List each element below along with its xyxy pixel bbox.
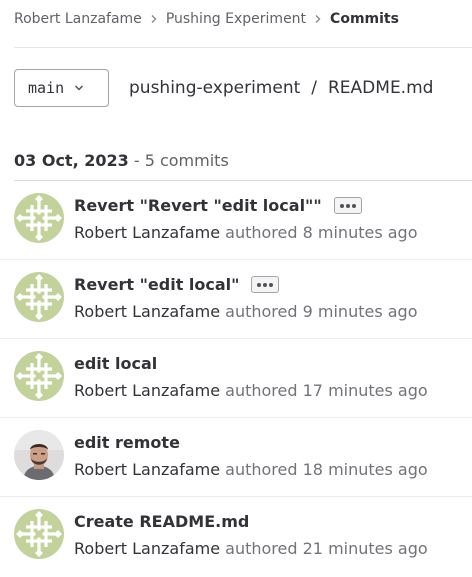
author-avatar[interactable] [14,351,64,401]
author-avatar[interactable] [14,193,64,243]
commit-author[interactable]: Robert Lanzafame [74,539,220,558]
commit-author[interactable]: Robert Lanzafame [74,223,220,242]
commit-row: Create README.md Robert Lanzafame author… [0,497,472,575]
authored-label: authored [225,460,298,479]
author-avatar[interactable] [14,509,64,559]
commit-title-text: edit remote [74,433,180,452]
identicon-icon [14,272,64,322]
path-file-link[interactable]: README.md [328,78,433,98]
identicon-icon [14,351,64,401]
authored-label: authored [225,223,298,242]
person-photo-icon [14,430,64,480]
author-avatar[interactable] [14,272,64,322]
commit-title[interactable]: edit local [74,354,157,373]
commit-author[interactable]: Robert Lanzafame [74,460,220,479]
chevron-down-icon [74,84,84,92]
commit-title-text: Create README.md [74,512,250,531]
commit-time: 18 minutes ago [302,460,428,479]
commit-row: edit remote Robert Lanzafame authored 18… [0,418,472,497]
commit-meta: Robert Lanzafame authored 18 minutes ago [74,460,428,479]
commit-row: Revert "Revert "edit local"" Robert Lanz… [0,181,472,260]
commit-title[interactable]: Revert "edit local" [74,275,280,294]
identicon-icon [14,509,64,559]
commit-meta: Robert Lanzafame authored 17 minutes ago [74,381,428,400]
authored-label: authored [225,381,298,400]
ellipsis-dot-icon [339,203,344,208]
commit-row: edit local Robert Lanzafame authored 17 … [0,339,472,418]
commit-list: Revert "Revert "edit local"" Robert Lanz… [0,181,472,575]
file-path: pushing-experiment / README.md [129,78,433,98]
ellipsis-dot-icon [263,282,268,287]
commit-title-text: Revert "edit local" [74,275,240,294]
commit-author[interactable]: Robert Lanzafame [74,302,220,321]
ellipsis-dot-icon [351,203,356,208]
commit-time: 17 minutes ago [302,381,428,400]
commit-row: Revert "edit local" Robert Lanzafame aut… [0,260,472,339]
commit-title[interactable]: edit remote [74,433,180,452]
path-separator: / [311,78,317,98]
ellipsis-dot-icon [257,282,262,287]
commit-title[interactable]: Create README.md [74,512,249,531]
authored-label: authored [225,539,298,558]
breadcrumb: Robert Lanzafame Pushing Experiment Comm… [14,10,399,28]
commit-title[interactable]: Revert "Revert "edit local"" [74,196,362,215]
commits-page: Robert Lanzafame Pushing Experiment Comm… [0,0,472,577]
commit-meta: Robert Lanzafame authored 8 minutes ago [74,223,418,242]
commit-time: 21 minutes ago [302,539,428,558]
toggle-description-button[interactable] [251,276,280,293]
commit-title-text: edit local [74,354,158,373]
commit-time: 9 minutes ago [302,302,418,321]
branch-selector[interactable]: main [14,69,109,107]
commit-meta: Robert Lanzafame authored 21 minutes ago [74,539,428,558]
commit-meta: Robert Lanzafame authored 9 minutes ago [74,302,418,321]
identicon-icon [14,193,64,243]
commit-title-text: Revert "Revert "edit local"" [74,196,322,215]
toggle-description-button[interactable] [333,197,362,214]
authored-label: authored [225,302,298,321]
path-repo-link[interactable]: pushing-experiment [129,78,300,98]
ellipsis-dot-icon [269,282,274,287]
header-divider [14,47,472,48]
branch-label: main [28,79,65,97]
breadcrumb-user[interactable]: Robert Lanzafame [14,11,142,27]
commit-author[interactable]: Robert Lanzafame [74,381,220,400]
day-date: 03 Oct, 2023 [14,151,129,170]
commit-time: 8 minutes ago [302,223,418,242]
breadcrumb-commits[interactable]: Commits [330,11,399,27]
chevron-right-icon [150,14,158,24]
breadcrumb-project[interactable]: Pushing Experiment [166,11,306,27]
ellipsis-dot-icon [345,203,350,208]
day-commit-count: - 5 commits [133,151,229,170]
chevron-right-icon [314,14,322,24]
author-avatar[interactable] [14,430,64,480]
day-header: 03 Oct, 2023 - 5 commits [14,151,229,170]
